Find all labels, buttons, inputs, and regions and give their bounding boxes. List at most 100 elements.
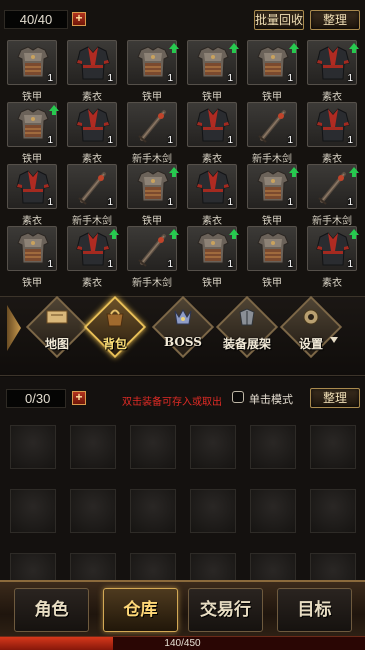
bag-item-slot[interactable]: 1 (187, 102, 237, 147)
bag-item-slot[interactable]: 1 (7, 164, 57, 209)
item-name: 素衣 (22, 216, 42, 227)
item-quantity: 1 (347, 73, 353, 84)
item-quantity: 1 (227, 73, 233, 84)
item-quantity: 1 (107, 73, 113, 84)
auction-house-tab[interactable]: 交易行 (188, 588, 263, 632)
item-name: 素衣 (202, 216, 222, 227)
bag-icon (103, 307, 127, 332)
batch-recycle-button[interactable]: 批量回收 (254, 10, 304, 30)
character-tab[interactable]: 角色 (14, 588, 89, 632)
single-click-mode-checkbox[interactable] (232, 391, 244, 403)
item-quantity: 1 (167, 197, 173, 208)
warehouse-slot[interactable] (250, 553, 296, 580)
bag-item-slot[interactable]: 1 (127, 164, 179, 209)
bag-item-slot[interactable]: 1 (247, 102, 297, 147)
item-name: 铁甲 (262, 278, 282, 289)
warehouse-slot[interactable] (190, 425, 236, 469)
single-click-mode-label: 单击模式 (249, 394, 293, 406)
item-quantity: 1 (167, 73, 173, 84)
warehouse-slot[interactable] (10, 553, 56, 580)
goals-tab[interactable]: 目标 (277, 588, 352, 632)
settings-icon (299, 307, 323, 332)
warehouse-panel: 0/30 + 双击装备可存入或取出 单击模式 整理 (0, 377, 365, 580)
warehouse-slot[interactable] (130, 553, 176, 580)
warehouse-hint: 双击装备可存入或取出 (122, 397, 222, 408)
item-quantity: 1 (227, 259, 233, 270)
item-name: 素衣 (322, 92, 342, 103)
menu-expand-arrow-icon[interactable] (7, 305, 21, 351)
item-name: 铁甲 (22, 154, 42, 165)
expand-warehouse-button[interactable]: + (72, 391, 86, 405)
item-quantity: 1 (167, 259, 173, 270)
item-name: 素衣 (82, 154, 102, 165)
bag-item-slot[interactable]: 1 (247, 226, 297, 271)
warehouse-slot[interactable] (190, 489, 236, 533)
item-quantity: 1 (107, 135, 113, 146)
menu-label: 背包 (102, 337, 127, 351)
bag-item-slot[interactable]: 1 (187, 164, 237, 209)
warehouse-tab[interactable]: 仓库 (103, 588, 178, 632)
bag-item-slot[interactable]: 1 (187, 226, 239, 271)
menu-label: 装备展架 (222, 337, 271, 351)
bag-item-slot[interactable]: 1 (307, 226, 359, 271)
warehouse-slot[interactable] (250, 425, 296, 469)
bag-item-slot[interactable]: 1 (67, 164, 117, 209)
bag-item-slot[interactable]: 1 (127, 102, 177, 147)
item-name: 铁甲 (22, 92, 42, 103)
scroll-map-icon (45, 307, 69, 332)
bag-capacity: 40/40 (4, 10, 68, 29)
function-menu: 地图 背包 BOSS 装备展架 设置 (0, 295, 365, 376)
boss-icon (171, 307, 195, 332)
menu-map-button[interactable]: 地图 (25, 295, 89, 359)
item-quantity: 1 (227, 135, 233, 146)
menu-more-caret-icon[interactable] (330, 337, 338, 343)
bag-item-slot[interactable]: 1 (187, 40, 239, 85)
bag-item-slot[interactable]: 1 (67, 102, 117, 147)
item-quantity: 1 (47, 135, 53, 146)
item-name: 新手木剑 (72, 216, 112, 227)
bag-item-slot[interactable]: 1 (7, 102, 59, 147)
warehouse-slot[interactable] (10, 425, 56, 469)
bag-item-slot[interactable]: 1 (7, 40, 57, 85)
item-name: 铁甲 (262, 216, 282, 227)
item-name: 素衣 (202, 154, 222, 165)
bag-sort-button[interactable]: 整理 (310, 10, 360, 30)
warehouse-slot[interactable] (70, 425, 116, 469)
warehouse-sort-button[interactable]: 整理 (310, 388, 360, 408)
bag-item-slot[interactable]: 1 (307, 40, 359, 85)
bag-item-slot[interactable]: 1 (67, 226, 119, 271)
menu-boss-button[interactable]: BOSS (151, 295, 215, 359)
warehouse-slot[interactable] (10, 489, 56, 533)
expand-bag-button[interactable]: + (72, 12, 86, 26)
warehouse-slot[interactable] (190, 553, 236, 580)
menu-settings-button[interactable]: 设置 (279, 295, 343, 359)
bag-item-slot[interactable]: 1 (307, 102, 357, 147)
warehouse-slot[interactable] (70, 553, 116, 580)
warehouse-slot[interactable] (130, 425, 176, 469)
bag-item-slot[interactable]: 1 (7, 226, 57, 271)
warehouse-slot[interactable] (310, 425, 356, 469)
item-quantity: 1 (47, 73, 53, 84)
warehouse-slot[interactable] (310, 553, 356, 580)
experience-bar: 140/450 (0, 636, 365, 650)
menu-bag-button[interactable]: 背包 (83, 295, 147, 359)
warehouse-capacity: 0/30 (6, 389, 66, 408)
bag-item-slot[interactable]: 1 (307, 164, 359, 209)
warehouse-slot[interactable] (250, 489, 296, 533)
bag-item-slot[interactable]: 1 (127, 226, 179, 271)
warehouse-slot[interactable] (130, 489, 176, 533)
warehouse-slot[interactable] (70, 489, 116, 533)
bottom-nav: 角色 仓库 交易行 目标 (0, 580, 365, 636)
bag-item-slot[interactable]: 1 (67, 40, 117, 85)
item-name: 铁甲 (202, 278, 222, 289)
item-name: 新手木剑 (132, 154, 172, 165)
bag-item-slot[interactable]: 1 (247, 40, 299, 85)
menu-equipment-rack-button[interactable]: 装备展架 (215, 295, 279, 359)
bag-item-slot[interactable]: 1 (247, 164, 299, 209)
item-quantity: 1 (287, 135, 293, 146)
bag-header: 40/40 + 批量回收 整理 (0, 0, 365, 36)
item-quantity: 1 (347, 259, 353, 270)
warehouse-slot[interactable] (310, 489, 356, 533)
bag-item-slot[interactable]: 1 (127, 40, 179, 85)
item-name: 素衣 (82, 92, 102, 103)
